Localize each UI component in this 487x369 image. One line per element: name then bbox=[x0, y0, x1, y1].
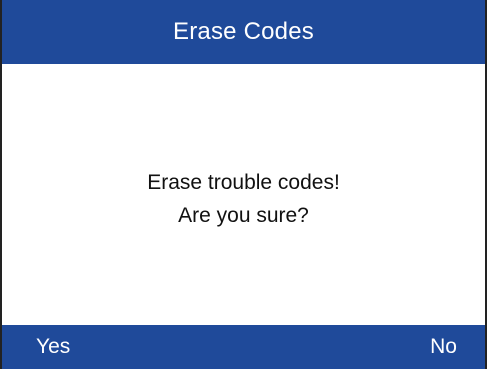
title-bar: Erase Codes bbox=[2, 0, 485, 64]
scan-tool-screen: Erase Codes Erase trouble codes! Are you… bbox=[0, 0, 487, 369]
message-line-2: Are you sure? bbox=[178, 203, 309, 227]
confirmation-dialog: Erase trouble codes! Are you sure? bbox=[2, 64, 485, 325]
no-button[interactable]: No bbox=[430, 325, 457, 369]
soft-key-bar: Yes No bbox=[2, 325, 485, 369]
screen-title: Erase Codes bbox=[173, 18, 314, 45]
yes-button[interactable]: Yes bbox=[36, 325, 70, 369]
message-line-1: Erase trouble codes! bbox=[147, 170, 340, 194]
